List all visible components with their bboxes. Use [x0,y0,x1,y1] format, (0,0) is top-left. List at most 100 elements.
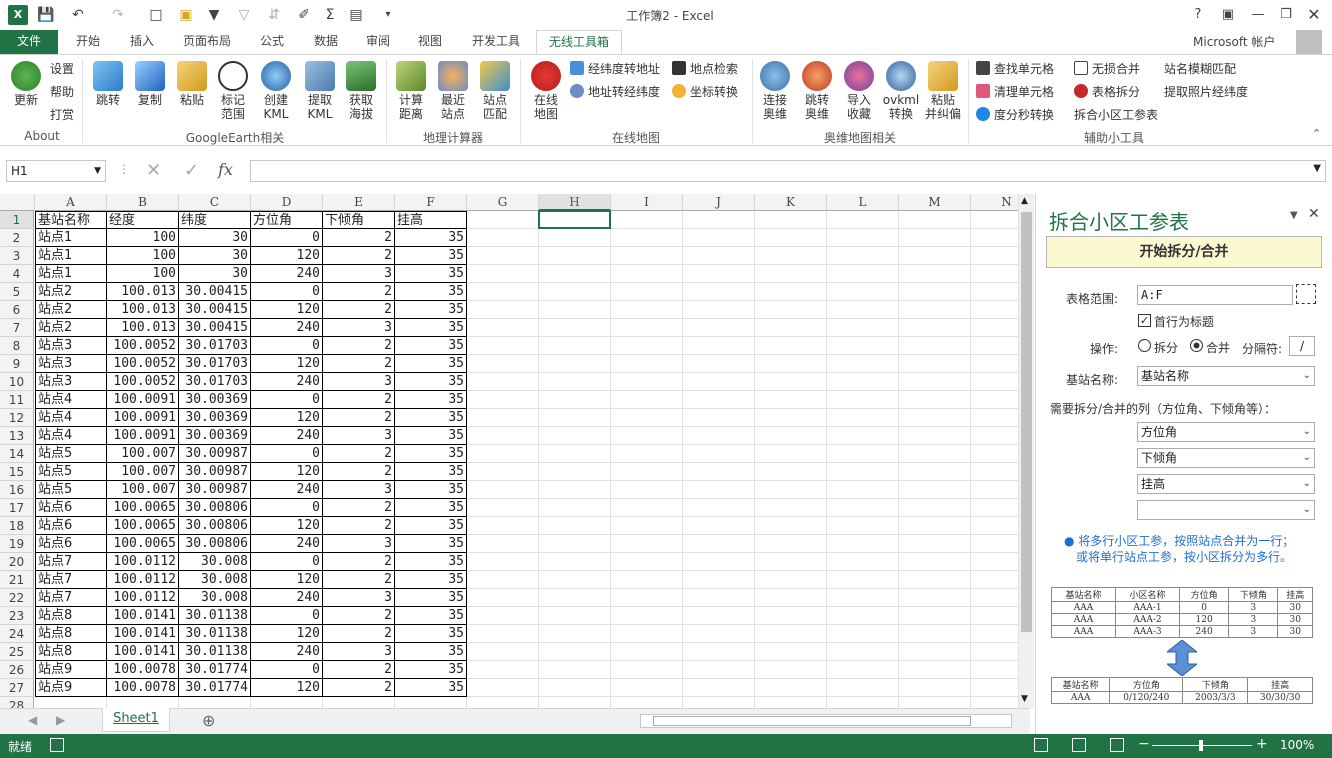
table-cell[interactable]: 120 [251,247,323,265]
table-cell[interactable]: 0 [251,553,323,571]
expand-formula-icon[interactable]: ▼ [1313,163,1321,174]
tab-developer[interactable]: 开发工具 [462,30,530,54]
row-header[interactable]: 9 [0,355,34,373]
table-cell[interactable]: 0 [251,499,323,517]
table-cell[interactable]: 100.0065 [107,499,179,517]
column-header-e[interactable]: E [323,194,395,211]
normal-view-icon[interactable] [1034,738,1048,752]
mark-range-button[interactable]: 标记 范围 [214,61,252,121]
table-cell[interactable]: 30.00415 [179,283,251,301]
table-cell[interactable]: 100.013 [107,283,179,301]
table-cell[interactable]: 2 [323,499,395,517]
save-icon[interactable]: 💾 [36,5,56,25]
horizontal-scrollbar[interactable] [640,714,1012,728]
page-break-view-icon[interactable] [1110,738,1124,752]
table-cell[interactable]: 0 [251,607,323,625]
row-header[interactable]: 10 [0,373,34,391]
column-header-n[interactable]: N [971,194,1018,211]
table-cell[interactable]: 100 [107,247,179,265]
update-button[interactable]: 更新 [8,61,44,107]
account-name[interactable]: Microsoft 帐户 [1193,33,1275,50]
table-cell[interactable]: 35 [395,499,467,517]
table-cell[interactable]: 站点7 [35,571,107,589]
table-cell[interactable]: 35 [395,481,467,499]
merge-radio[interactable] [1190,339,1203,352]
column-header-k[interactable]: K [755,194,827,211]
table-cell[interactable]: 3 [323,319,395,337]
jump-button[interactable]: 跳转 [90,61,126,107]
table-cell[interactable]: 2 [323,553,395,571]
coord-convert-button[interactable]: 坐标转换 [672,83,738,101]
table-cell[interactable]: 35 [395,517,467,535]
table-cell[interactable]: 30.00806 [179,535,251,553]
tab-insert[interactable]: 插入 [120,30,164,54]
table-cell[interactable]: 100.0112 [107,553,179,571]
table-cell[interactable]: 3 [323,481,395,499]
table-cell[interactable]: 站点8 [35,643,107,661]
insert-function-icon[interactable]: fx [218,160,233,179]
maximize-icon[interactable]: ❐ [1274,4,1298,26]
add-sheet-icon[interactable]: ⊕ [202,711,215,730]
table-cell[interactable]: 100.0141 [107,625,179,643]
open-folder-icon[interactable]: ▣ [176,5,196,25]
table-cell[interactable]: 2 [323,247,395,265]
table-cell[interactable]: 30.01703 [179,355,251,373]
table-cell[interactable]: 0 [251,391,323,409]
site-match-button[interactable]: 站点 匹配 [476,61,514,121]
table-cell[interactable]: 站点4 [35,391,107,409]
table-cell[interactable]: 240 [251,427,323,445]
select-all-corner[interactable] [0,194,35,211]
table-cell[interactable]: 100.007 [107,445,179,463]
table-split-button[interactable]: 表格拆分 [1074,83,1140,101]
poi-search-button[interactable]: 地点检索 [672,60,738,78]
table-cell[interactable]: 35 [395,355,467,373]
table-cell[interactable]: 3 [323,643,395,661]
column-select-2[interactable]: 下倾角 ⌄ [1137,448,1315,468]
table-cell[interactable]: 站点2 [35,319,107,337]
column-header-f[interactable]: F [395,194,467,211]
format-painter-icon[interactable]: ✐ [294,5,314,25]
tab-file[interactable]: 文件 [0,30,58,54]
table-cell[interactable]: 30.00806 [179,517,251,535]
table-cell[interactable]: 240 [251,643,323,661]
table-cell[interactable]: 240 [251,373,323,391]
table-cell[interactable]: 100.0065 [107,535,179,553]
table-cell[interactable]: 2 [323,571,395,589]
extract-kml-button[interactable]: 提取 KML [300,61,340,121]
next-sheet-icon[interactable]: ▶ [56,713,65,727]
table-cell[interactable]: 120 [251,517,323,535]
table-cell[interactable]: 30.01774 [179,661,251,679]
vertical-scrollbar[interactable]: ▲ ▼ [1018,194,1034,708]
autosum-icon[interactable]: Σ [320,5,340,25]
table-cell[interactable]: 35 [395,265,467,283]
select-range-icon[interactable] [1296,284,1316,304]
table-cell[interactable]: 基站名称 [35,211,107,229]
table-cell[interactable]: 120 [251,409,323,427]
undo-icon[interactable]: ↶ [68,5,88,25]
table-cell[interactable]: 30.01703 [179,337,251,355]
row-header[interactable]: 5 [0,283,34,301]
table-cell[interactable]: 站点6 [35,535,107,553]
table-cell[interactable]: 3 [323,535,395,553]
table-cell[interactable]: 2 [323,391,395,409]
table-cell[interactable]: 100.0091 [107,409,179,427]
row-header[interactable]: 19 [0,535,34,553]
row-header[interactable]: 8 [0,337,34,355]
table-cell[interactable]: 方位角 [251,211,323,229]
table-cell[interactable]: 30.01138 [179,643,251,661]
scroll-down-icon[interactable]: ▼ [1021,694,1028,704]
sort-icon[interactable]: ⇵ [264,5,284,25]
row-header[interactable]: 1 [0,211,34,229]
split-merge-cell-params-button[interactable]: 拆合小区工参表 [1074,106,1158,124]
column-header-d[interactable]: D [251,194,323,211]
table-cell[interactable]: 站点1 [35,247,107,265]
scroll-up-icon[interactable]: ▲ [1021,196,1028,206]
table-cell[interactable]: 2 [323,661,395,679]
column-header-c[interactable]: C [179,194,251,211]
table-cell[interactable]: 35 [395,625,467,643]
help-icon[interactable]: ? [1186,4,1210,26]
table-cell[interactable]: 3 [323,589,395,607]
table-cell[interactable]: 2 [323,283,395,301]
row-header[interactable]: 6 [0,301,34,319]
settings-button[interactable]: 设置 [50,60,74,78]
